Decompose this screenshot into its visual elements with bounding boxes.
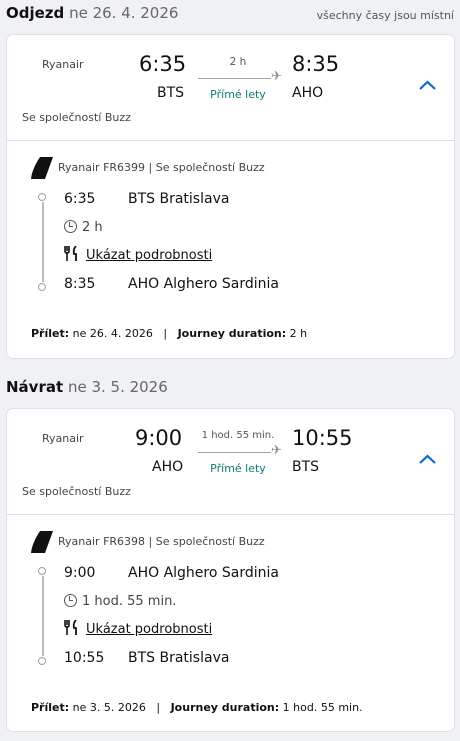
plane-icon: ✈: [271, 443, 282, 458]
chevron-up-icon[interactable]: [418, 79, 437, 91]
timeline-dot: [38, 193, 46, 201]
outbound-heading: Odjezd ne 26. 4. 2026: [6, 4, 179, 22]
plane-icon: ✈: [271, 69, 282, 84]
arrival-code: AHO: [292, 85, 324, 101]
show-details-link[interactable]: Ukázat podrobnosti: [86, 248, 212, 263]
airline-logo-icon: [31, 531, 53, 553]
cutlery-icon: [64, 246, 77, 261]
direct-label: Přímé lety: [210, 88, 266, 101]
timeline-line: [42, 576, 44, 656]
operated-by: Se společností Buzz: [22, 485, 131, 498]
departure-code: AHO: [152, 459, 184, 475]
clock-icon: [64, 594, 77, 607]
stop-place: BTS Bratislava: [128, 650, 230, 666]
departure-code: BTS: [157, 85, 185, 101]
arrival-time: 8:35: [292, 52, 340, 76]
show-details-link[interactable]: Ukázat podrobnosti: [86, 622, 212, 637]
departure-time: 6:35: [139, 52, 187, 76]
outbound-summary[interactable]: Ryanair 6:35 BTS 2 h ✈ Přímé lety 8:35 A…: [7, 35, 454, 141]
stop-time: 6:35: [64, 191, 96, 207]
stop-place: AHO Alghero Sardinia: [128, 565, 279, 581]
timeline-dot: [38, 567, 46, 575]
timeline-line: [42, 202, 44, 282]
outbound-card: Ryanair 6:35 BTS 2 h ✈ Přímé lety 8:35 A…: [6, 34, 455, 359]
flight-number: Ryanair FR6398 | Se společností Buzz: [58, 535, 265, 548]
chevron-up-icon[interactable]: [418, 453, 437, 465]
timeline-dot: [38, 283, 46, 291]
stop-place: AHO Alghero Sardinia: [128, 276, 279, 292]
flight-duration: 1 hod. 55 min.: [201, 430, 275, 441]
stop-time: 9:00: [64, 565, 96, 581]
journey-summary: Přílet: ne 26. 4. 2026 | Journey duratio…: [31, 327, 308, 340]
clock-icon: [64, 220, 77, 233]
return-heading: Návrat ne 3. 5. 2026: [6, 378, 168, 396]
airline-name: Ryanair: [42, 58, 84, 71]
return-summary[interactable]: Ryanair 9:00 AHO 1 hod. 55 min. ✈ Přímé …: [7, 409, 454, 515]
timezone-note: všechny časy jsou místní: [316, 9, 454, 22]
cutlery-icon: [64, 620, 77, 635]
route-line: [198, 452, 271, 453]
stop-time: 10:55: [64, 650, 105, 666]
timeline-dot: [38, 657, 46, 665]
direct-label: Přímé lety: [210, 462, 266, 475]
stop-place: BTS Bratislava: [128, 191, 230, 207]
airline-logo-icon: [31, 157, 53, 179]
journey-summary: Přílet: ne 3. 5. 2026 | Journey duration…: [31, 701, 363, 714]
flight-duration: 2 h: [229, 56, 247, 68]
leg-duration: 1 hod. 55 min.: [64, 594, 176, 609]
arrival-time: 10:55: [292, 426, 353, 450]
operated-by: Se společností Buzz: [22, 111, 131, 124]
route-line: [198, 78, 271, 79]
meal-row: Ukázat podrobnosti: [64, 620, 212, 637]
return-card: Ryanair 9:00 AHO 1 hod. 55 min. ✈ Přímé …: [6, 408, 455, 732]
leg-duration: 2 h: [64, 220, 103, 235]
flight-number: Ryanair FR6399 | Se společností Buzz: [58, 161, 265, 174]
departure-time: 9:00: [135, 426, 183, 450]
stop-time: 8:35: [64, 276, 96, 292]
airline-name: Ryanair: [42, 432, 84, 445]
arrival-code: BTS: [292, 459, 320, 475]
meal-row: Ukázat podrobnosti: [64, 246, 212, 263]
